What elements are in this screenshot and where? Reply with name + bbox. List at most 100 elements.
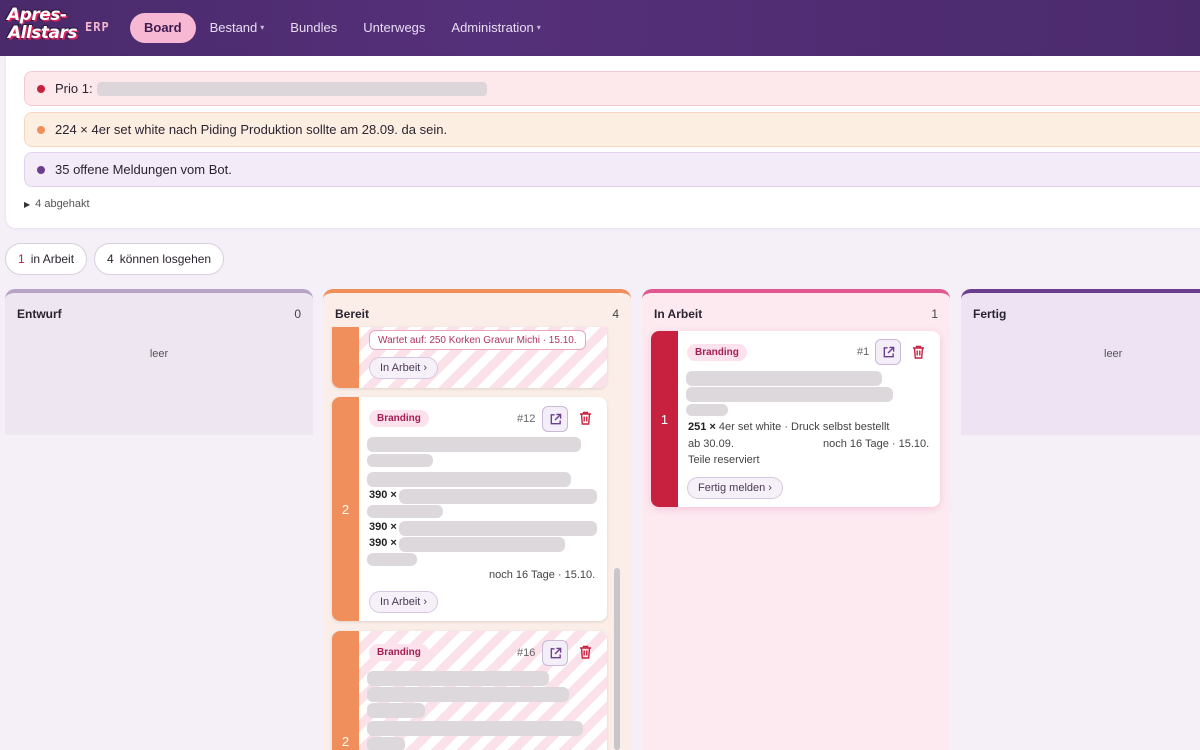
open-external-icon[interactable] (542, 406, 568, 432)
column-header: In Arbeit 1 (642, 293, 950, 335)
priority-bar: 1 (651, 331, 678, 507)
move-to-in-arbeit-button[interactable]: In Arbeit › (369, 591, 439, 613)
status-dot (37, 125, 45, 134)
redacted-text (399, 521, 597, 536)
redacted-text (96, 81, 487, 96)
branding-tag: Branding (369, 410, 429, 427)
start-date: ab 30.09. (688, 438, 734, 450)
order-card[interactable]: Wartet auf: 250 Korken Gravur Michi · 15… (332, 327, 607, 388)
redacted-text (367, 703, 425, 718)
column-title: In Arbeit (654, 307, 703, 321)
card-number: #12 (517, 413, 536, 425)
chip-count: 4 (107, 252, 114, 266)
brand-logo[interactable]: Apres- Allstars (7, 6, 79, 48)
due-date: noch 16 Tage · 15.10. (823, 438, 930, 450)
main-nav: Board Bestand ▾ Bundles Unterwegs Adminis… (130, 13, 567, 43)
nav-bundles[interactable]: Bundles (290, 13, 337, 43)
column-empty-state: leer (1104, 348, 1123, 360)
redacted-text (367, 505, 443, 518)
chip-label: in Arbeit (30, 252, 75, 266)
priority-bar: 2 (332, 631, 359, 750)
column-scrollbar[interactable] (614, 568, 620, 750)
priority-number: 2 (341, 734, 350, 749)
column-empty-state: leer (149, 348, 169, 360)
priority-number: 1 (660, 411, 669, 427)
column-entwurf: Entwurf 0 leer (5, 289, 313, 435)
note-item-prio: Prio 1: (24, 71, 1200, 106)
note-item-delivery: 224 × 4er set white nach Piding Produkti… (24, 112, 1200, 147)
open-external-icon[interactable] (875, 339, 901, 365)
nav-unterwegs[interactable]: Unterwegs (363, 13, 425, 43)
redacted-text (367, 472, 571, 487)
top-navigation-bar: Apres- Allstars ERP Board Bestand ▾ Bundl… (0, 0, 1200, 56)
redacted-text (686, 404, 728, 416)
move-to-in-arbeit-button[interactable]: In Arbeit › (369, 357, 439, 379)
card-body: Wartet auf: 250 Korken Gravur Michi · 15… (359, 327, 607, 388)
redacted-text (367, 687, 569, 702)
order-card[interactable]: 2 Branding #12 390 × 390 × 390 × noch 16… (332, 397, 607, 621)
redacted-text (367, 454, 433, 467)
redacted-text (367, 721, 583, 736)
triangle-right-icon: ▶ (24, 199, 31, 209)
status-text: Teile reserviert (688, 454, 760, 466)
column-count: 1 (931, 307, 938, 321)
nav-administration-label: Administration (451, 20, 534, 35)
nav-bundles-label: Bundles (290, 20, 338, 35)
card-number: #1 (857, 346, 870, 358)
open-external-icon[interactable] (542, 640, 568, 666)
note-text: Prio 1: (55, 81, 93, 96)
notes-panel: Prio 1: 224 × 4er set white nach Piding … (6, 56, 1200, 228)
redacted-text (686, 387, 893, 402)
trash-icon[interactable] (578, 645, 592, 659)
logo-line-1: Apres- (7, 5, 67, 25)
redacted-text (367, 671, 549, 686)
column-title: Bereit (335, 307, 370, 321)
column-count: 0 (294, 307, 301, 321)
nav-bestand[interactable]: Bestand ▾ (210, 13, 265, 43)
note-text: 224 × 4er set white nach Piding Produkti… (55, 122, 448, 137)
redacted-text (399, 489, 597, 504)
nav-board[interactable]: Board (130, 13, 196, 43)
nav-administration[interactable]: Administration ▾ (451, 13, 540, 43)
column-title: Entwurf (17, 307, 62, 321)
order-card[interactable]: 2 Branding #16 (332, 631, 607, 750)
trash-icon[interactable] (911, 345, 925, 359)
column-count: 4 (612, 307, 619, 321)
chip-label: können losgehen (119, 252, 212, 266)
order-card[interactable]: 1 Branding #1 251 × 4er set white · Druc… (651, 331, 940, 507)
card-body: Branding #12 390 × 390 × 390 × noch 16 T… (359, 397, 607, 621)
redacted-text (367, 553, 417, 566)
nav-board-label: Board (144, 20, 182, 35)
redacted-text (367, 737, 405, 750)
order-line: 251 × 4er set white · Druck selbst beste… (688, 421, 890, 433)
branding-tag: Branding (369, 644, 429, 661)
column-title: Fertig (973, 307, 1007, 321)
nav-bestand-label: Bestand (209, 20, 258, 35)
column-header: Fertig (961, 293, 1200, 335)
redacted-text (367, 437, 581, 452)
waiting-badge: Wartet auf: 250 Korken Gravur Michi · 15… (369, 330, 586, 350)
quantity-label: 390 × (369, 489, 397, 501)
column-fertig: Fertig leer (961, 289, 1200, 435)
status-dot (37, 165, 45, 174)
app-name: ERP (85, 20, 110, 34)
due-date: noch 16 Tage · 15.10. (489, 569, 596, 581)
chevron-down-icon: ▾ (536, 23, 541, 32)
trash-icon[interactable] (578, 411, 592, 425)
nav-unterwegs-label: Unterwegs (363, 20, 426, 35)
checked-items-label: 4 abgehakt (35, 198, 90, 210)
checked-items-toggle[interactable]: ▶ 4 abgehakt (24, 198, 90, 210)
mark-done-button[interactable]: Fertig melden › (687, 477, 783, 499)
priority-bar: 2 (332, 397, 359, 621)
chip-in-arbeit[interactable]: 1 in Arbeit (5, 243, 88, 275)
chip-koennen-losgehen[interactable]: 4 können losgehen (94, 243, 225, 275)
note-item-bot: 35 offene Meldungen vom Bot. (24, 152, 1200, 187)
card-body: Branding #1 251 × 4er set white · Druck … (678, 331, 940, 507)
quantity-label: 390 × (369, 521, 397, 533)
chevron-down-icon: ▾ (260, 23, 265, 32)
priority-bar (332, 327, 359, 388)
status-dot (37, 84, 45, 93)
priority-number: 2 (341, 501, 350, 517)
card-body: Branding #16 (359, 631, 607, 750)
chip-count: 1 (18, 252, 25, 266)
